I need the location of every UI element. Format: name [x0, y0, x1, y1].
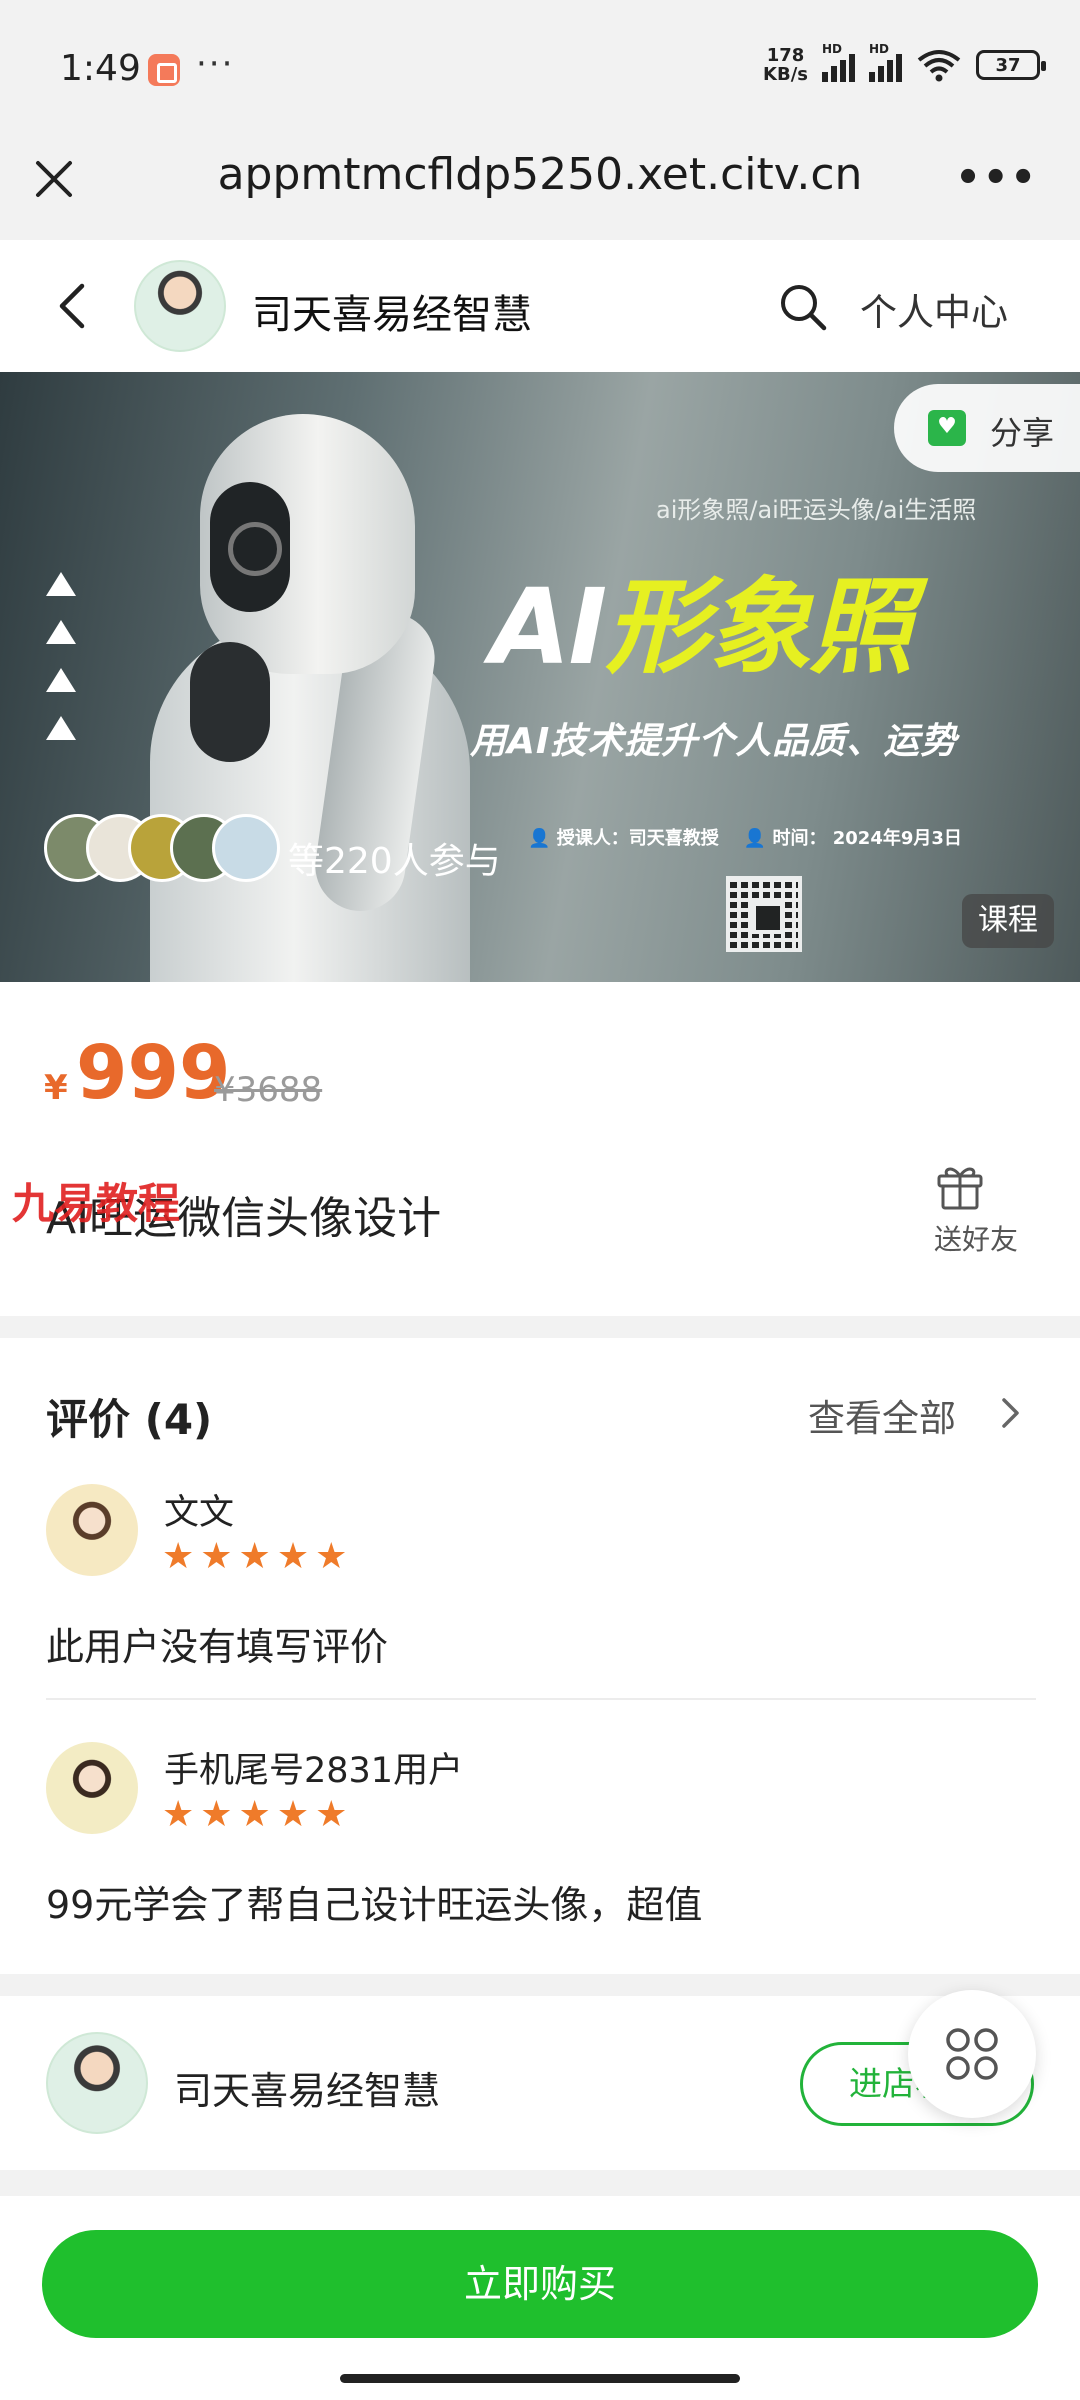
reviews-section: 评价 (4) 查看全部 文文 ★★★★★ 此用户没有填写评价 手机尾号2831用…	[0, 1338, 1080, 1974]
banner-triangles	[46, 572, 76, 764]
status-bar: 1:49 ··· 178 KB/s HD HD 37	[0, 0, 1080, 135]
course-tag: 课程	[962, 894, 1054, 948]
buy-now-button[interactable]: 立即购买	[42, 2230, 1038, 2338]
banner-subtitle: ai形象照/ai旺运头像/ai生活照	[656, 496, 977, 524]
hd-label: HD	[822, 42, 843, 56]
rating-stars: ★★★★★	[162, 1794, 354, 1835]
time-icon: 👤	[743, 828, 767, 849]
battery-icon: 37	[976, 50, 1046, 80]
avatar	[212, 814, 280, 882]
signal-icon-2: HD	[869, 42, 902, 82]
gift-icon[interactable]	[934, 1160, 986, 1212]
network-speed-unit: KB/s	[763, 64, 808, 85]
shop-avatar[interactable]	[46, 2032, 148, 2134]
more-menu-button[interactable]: •••	[955, 155, 1038, 201]
reviewer-name: 文文	[164, 1493, 235, 1533]
original-price: ¥3688	[214, 1070, 323, 1110]
rating-stars: ★★★★★	[162, 1536, 354, 1577]
home-indicator[interactable]	[340, 2374, 740, 2383]
qr-code	[726, 876, 802, 952]
battery-level: 37	[995, 54, 1021, 76]
banner-slogan: 用AI技术提升个人品质、运势	[470, 721, 958, 762]
shop-header: 司天喜易经智慧 个人中心	[0, 240, 1080, 372]
watermark: 九易教程	[12, 1179, 181, 1228]
browser-bar: appmtmcfldp5250.xet.citv.cn •••	[0, 135, 1080, 240]
price-card: ¥ 999 ¥3688 AI旺运微信头像设计 九易教程 送好友	[0, 982, 1080, 1316]
reviews-heading: 评价 (4)	[46, 1395, 213, 1444]
review-text: 此用户没有填写评价	[46, 1625, 389, 1669]
shop-name[interactable]: 司天喜易经智慧	[252, 282, 532, 340]
participant-avatars	[44, 814, 280, 882]
robot-ear	[210, 482, 290, 612]
share-button[interactable]: 分享	[894, 384, 1080, 472]
participants-count: 等220人参与	[288, 841, 501, 882]
bottom-bar: 立即购买	[0, 2196, 1080, 2400]
course-banner[interactable]: ai形象照/ai旺运头像/ai生活照 AI形象照 用AI技术提升个人品质、运势 …	[0, 372, 1080, 982]
back-arrow-icon[interactable]	[52, 280, 92, 332]
shop-avatar[interactable]	[134, 260, 226, 352]
app-notification-icon	[148, 54, 180, 86]
banner-title-rest: 形象照	[605, 566, 913, 688]
reviewer-name: 手机尾号2831用户	[164, 1751, 464, 1791]
banner-title: AI形象照	[490, 542, 913, 693]
robot-joint	[190, 642, 270, 762]
current-price: 999	[76, 1030, 231, 1116]
quick-menu-icon	[946, 2028, 998, 2080]
view-all-reviews-link[interactable]: 查看全部	[808, 1388, 956, 1442]
page-url: appmtmcfldp5250.xet.citv.cn	[217, 149, 863, 200]
banner-lecturer: 授课人：司天喜教授	[556, 828, 719, 849]
floating-menu-button[interactable]	[908, 1990, 1036, 2118]
review-text: 99元学会了帮自己设计旺运头像，超值	[46, 1883, 703, 1927]
hd-label-2: HD	[869, 42, 890, 56]
personal-center-link[interactable]: 个人中心	[860, 282, 1008, 336]
lecturer-icon: 👤	[528, 828, 551, 849]
currency-symbol: ¥	[44, 1068, 68, 1108]
shop-name[interactable]: 司天喜易经智慧	[174, 2060, 440, 2115]
status-time: 1:49	[60, 48, 141, 89]
share-label: 分享	[990, 414, 1055, 452]
chevron-right-icon[interactable]	[1000, 1396, 1022, 1430]
more-notifications-icon: ···	[196, 44, 235, 84]
search-icon[interactable]	[778, 282, 828, 332]
banner-time: 时间： 2024年9月3日	[772, 828, 962, 849]
divider	[46, 1698, 1036, 1700]
signal-icon: HD	[822, 42, 855, 82]
avatar	[46, 1742, 138, 1834]
network-speed: 178 KB/s	[763, 46, 808, 84]
status-icons: 178 KB/s HD HD 37	[763, 42, 1046, 84]
share-icon	[928, 410, 966, 446]
network-speed-value: 178	[766, 45, 805, 66]
banner-info: 👤 授课人：司天喜教授 👤 时间： 2024年9月3日	[528, 824, 962, 850]
avatar	[46, 1484, 138, 1576]
wifi-icon	[917, 50, 961, 82]
banner-title-ai: AI	[490, 566, 607, 688]
gift-friend-button[interactable]: 送好友	[934, 1218, 1018, 1258]
